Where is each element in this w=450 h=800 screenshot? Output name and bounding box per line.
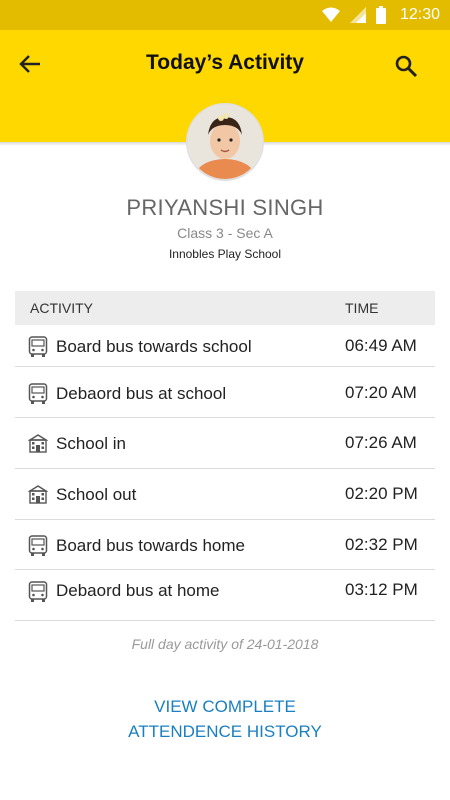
bus-icon [28,383,48,404]
link-line-2: ATTENDENCE HISTORY [128,722,322,741]
link-line-1: VIEW COMPLETE [154,697,296,716]
table-header: ACTIVITY TIME [15,291,435,325]
activity-time: 07:26 AM [345,433,417,452]
school-icon [28,485,48,504]
battery-icon [375,6,386,24]
school-icon [28,434,48,453]
activity-row: School in 07:26 AM [15,418,435,469]
wifi-icon [321,7,340,22]
status-time: 12:30 [399,6,440,23]
activity-label: School in [56,434,126,453]
activity-time: 02:20 PM [345,484,418,503]
activity-label: Board bus towards school [56,337,252,356]
activity-date-note: Full day activity of 24-01-2018 [131,636,319,652]
activity-row: School out 02:20 PM [15,469,435,520]
activity-row: Debaord bus at home 03:12 PM [15,570,435,621]
activity-time: 06:49 AM [345,336,417,355]
signal-icon [349,7,366,23]
activity-label: Debaord bus at school [56,384,227,403]
view-attendance-history-link[interactable]: VIEW COMPLETE ATTENDENCE HISTORY [100,694,350,744]
activity-label: School out [56,485,137,504]
activity-row: Board bus towards home 02:32 PM [15,520,435,570]
avatar [186,103,264,181]
bus-icon [28,535,48,556]
activity-row: Board bus towards school 06:49 AM [15,327,435,367]
activity-label: Debaord bus at home [56,581,220,600]
activity-time: 02:32 PM [345,535,418,554]
activity-row: Debaord bus at school 07:20 AM [15,372,435,418]
activity-column-header: ACTIVITY [30,300,94,316]
school-name: Innobles Play School [168,247,282,261]
activity-time: 07:20 AM [345,383,417,402]
student-name: PRIYANSHI SINGH [126,195,324,220]
status-bar: 12:30 [0,0,450,30]
search-icon [395,55,418,78]
activity-label: Board bus towards home [56,536,245,555]
child-photo [188,105,262,179]
bus-icon [28,336,48,357]
page-title: Today’s Activity [146,51,304,74]
search-button[interactable] [390,50,422,82]
time-column-header: TIME [345,300,379,316]
bus-icon [28,581,48,602]
student-class: Class 3 - Sec A [177,225,273,241]
activity-time: 03:12 PM [345,580,418,599]
